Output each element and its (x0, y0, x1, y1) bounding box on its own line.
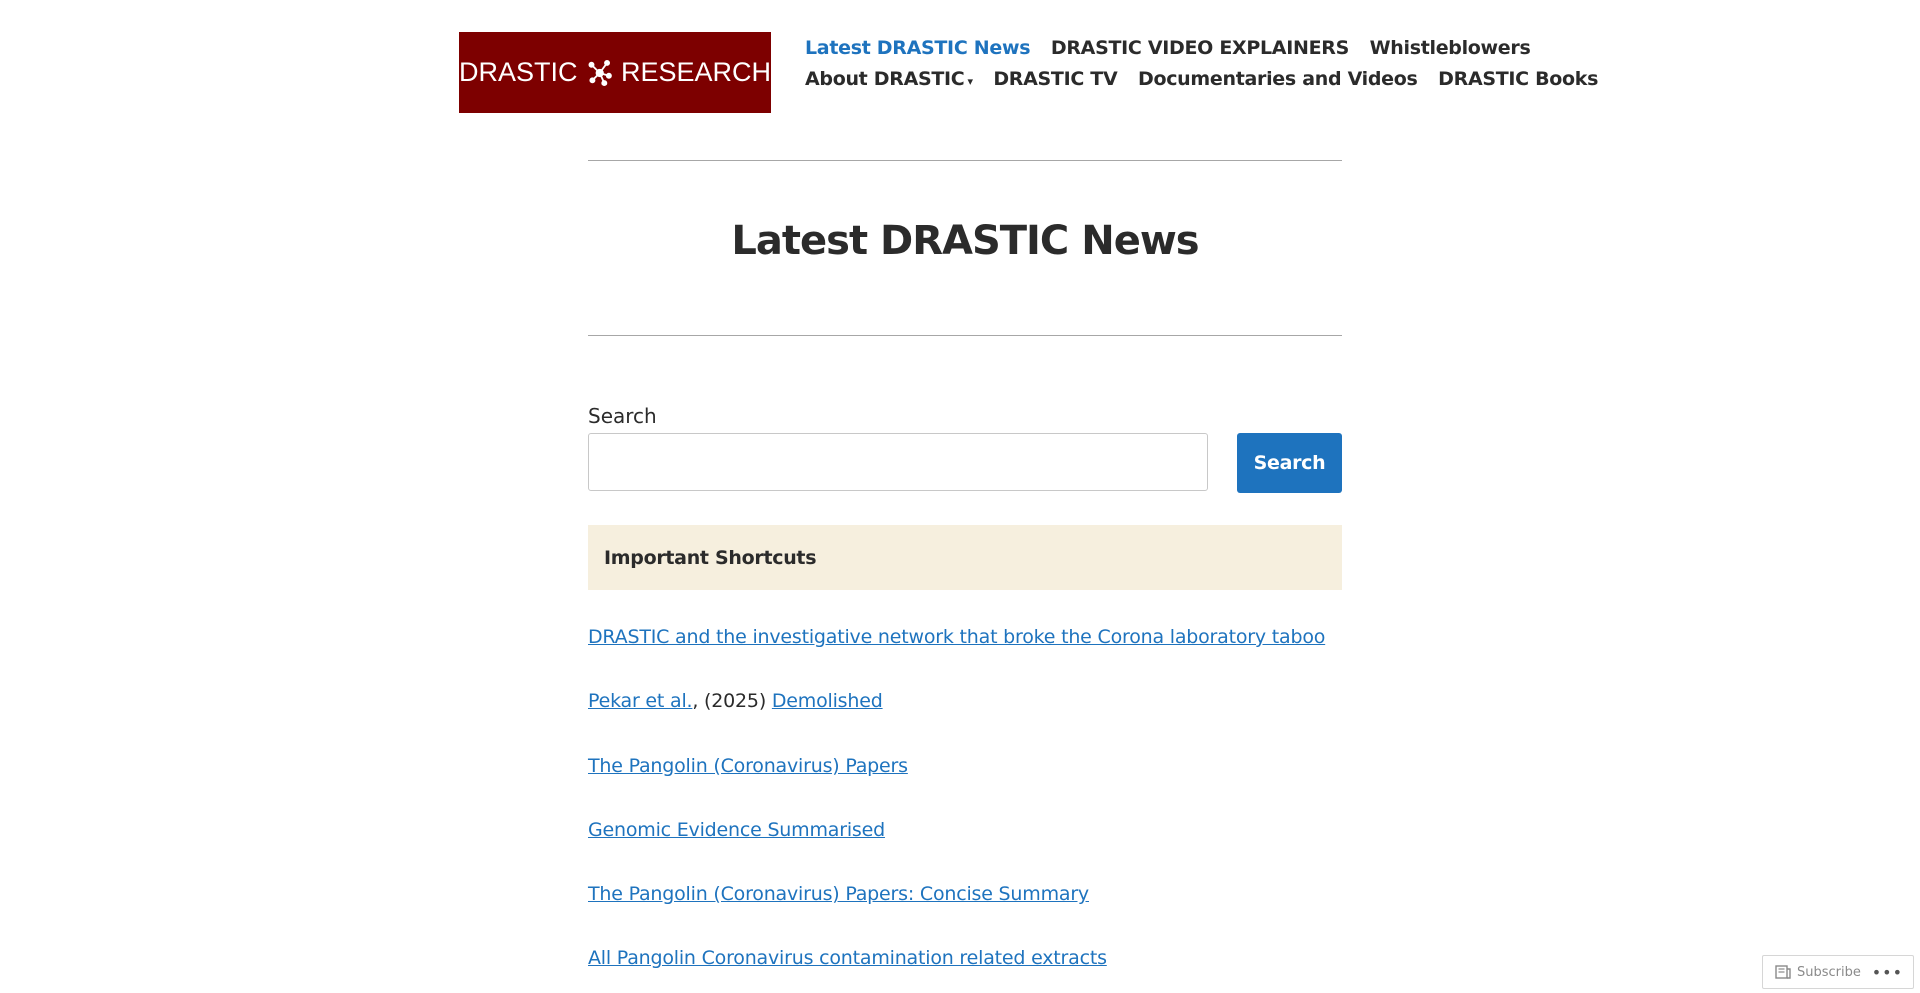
list-item: Pekar et al., (2025) Demolished (588, 686, 1342, 750)
title-divider-bottom (588, 335, 1342, 336)
reader-icon (1775, 965, 1791, 979)
nav-item-latest-drastic-news[interactable]: Latest DRASTIC News (805, 37, 1031, 59)
nav-item-drastic-video-explainers[interactable]: DRASTIC VIDEO EXPLAINERS (1051, 37, 1349, 59)
logo-left-word: DRASTIC (459, 57, 578, 87)
shortcuts-heading: Important Shortcuts (588, 525, 1342, 590)
title-divider-top (588, 160, 1342, 161)
shortcut-link-pangolin-papers[interactable]: The Pangolin (Coronavirus) Papers (588, 755, 908, 777)
subscribe-button[interactable]: Subscribe (1797, 965, 1872, 980)
subscribe-bar: Subscribe ••• (1762, 955, 1914, 989)
nav-item-drastic-tv[interactable]: DRASTIC TV (993, 68, 1117, 90)
nav-row-2: About DRASTIC ▾ DRASTIC TV Documentaries … (791, 64, 1598, 97)
more-options-icon[interactable]: ••• (1872, 963, 1903, 982)
page-title: Latest DRASTIC News (731, 218, 1199, 264)
search-button[interactable]: Search (1237, 433, 1342, 493)
shortcut-link-pangolin-concise-summary[interactable]: The Pangolin (Coronavirus) Papers: Conci… (588, 883, 1089, 905)
molecule-icon (588, 59, 612, 86)
site-logo[interactable]: DRASTIC RESEARCH (459, 32, 771, 113)
shortcut-link-drastic-investigative-network[interactable]: DRASTIC and the investigative network th… (588, 626, 1325, 648)
nav-item-about-drastic-label: About DRASTIC (805, 68, 965, 90)
shortcut-link-pekar-et-al[interactable]: Pekar et al. (588, 690, 693, 712)
list-item: DRASTIC and the investigative network th… (588, 622, 1342, 686)
shortcut-text-year: , (2025) (692, 690, 772, 713)
shortcut-link-demolished[interactable]: Demolished (772, 690, 883, 712)
nav-item-drastic-books[interactable]: DRASTIC Books (1438, 68, 1598, 90)
main-navigation: Latest DRASTIC News DRASTIC VIDEO EXPLAI… (791, 33, 1598, 97)
search-input[interactable] (588, 433, 1208, 491)
nav-row-1: Latest DRASTIC News DRASTIC VIDEO EXPLAI… (791, 33, 1531, 64)
shortcut-list: DRASTIC and the investigative network th… (588, 622, 1342, 993)
nav-item-about-drastic[interactable]: About DRASTIC ▾ (805, 68, 973, 90)
shortcut-link-genomic-evidence[interactable]: Genomic Evidence Summarised (588, 819, 885, 841)
nav-item-whistleblowers[interactable]: Whistleblowers (1370, 37, 1531, 59)
chevron-down-icon: ▾ (967, 75, 973, 88)
nav-item-documentaries-and-videos[interactable]: Documentaries and Videos (1138, 68, 1418, 90)
shortcut-link-pangolin-contamination-extracts[interactable]: All Pangolin Coronavirus contamination r… (588, 947, 1107, 969)
list-item: The Pangolin (Coronavirus) Papers (588, 751, 1342, 815)
logo-right-word: RESEARCH (620, 57, 771, 87)
list-item: Genomic Evidence Summarised (588, 815, 1342, 879)
page: DRASTIC RESEARCH Latest DRASTIC News DRA… (0, 0, 1920, 993)
list-item: All Pangolin Coronavirus contamination r… (588, 943, 1342, 993)
list-item: The Pangolin (Coronavirus) Papers: Conci… (588, 879, 1342, 943)
search-label: Search (588, 404, 657, 428)
